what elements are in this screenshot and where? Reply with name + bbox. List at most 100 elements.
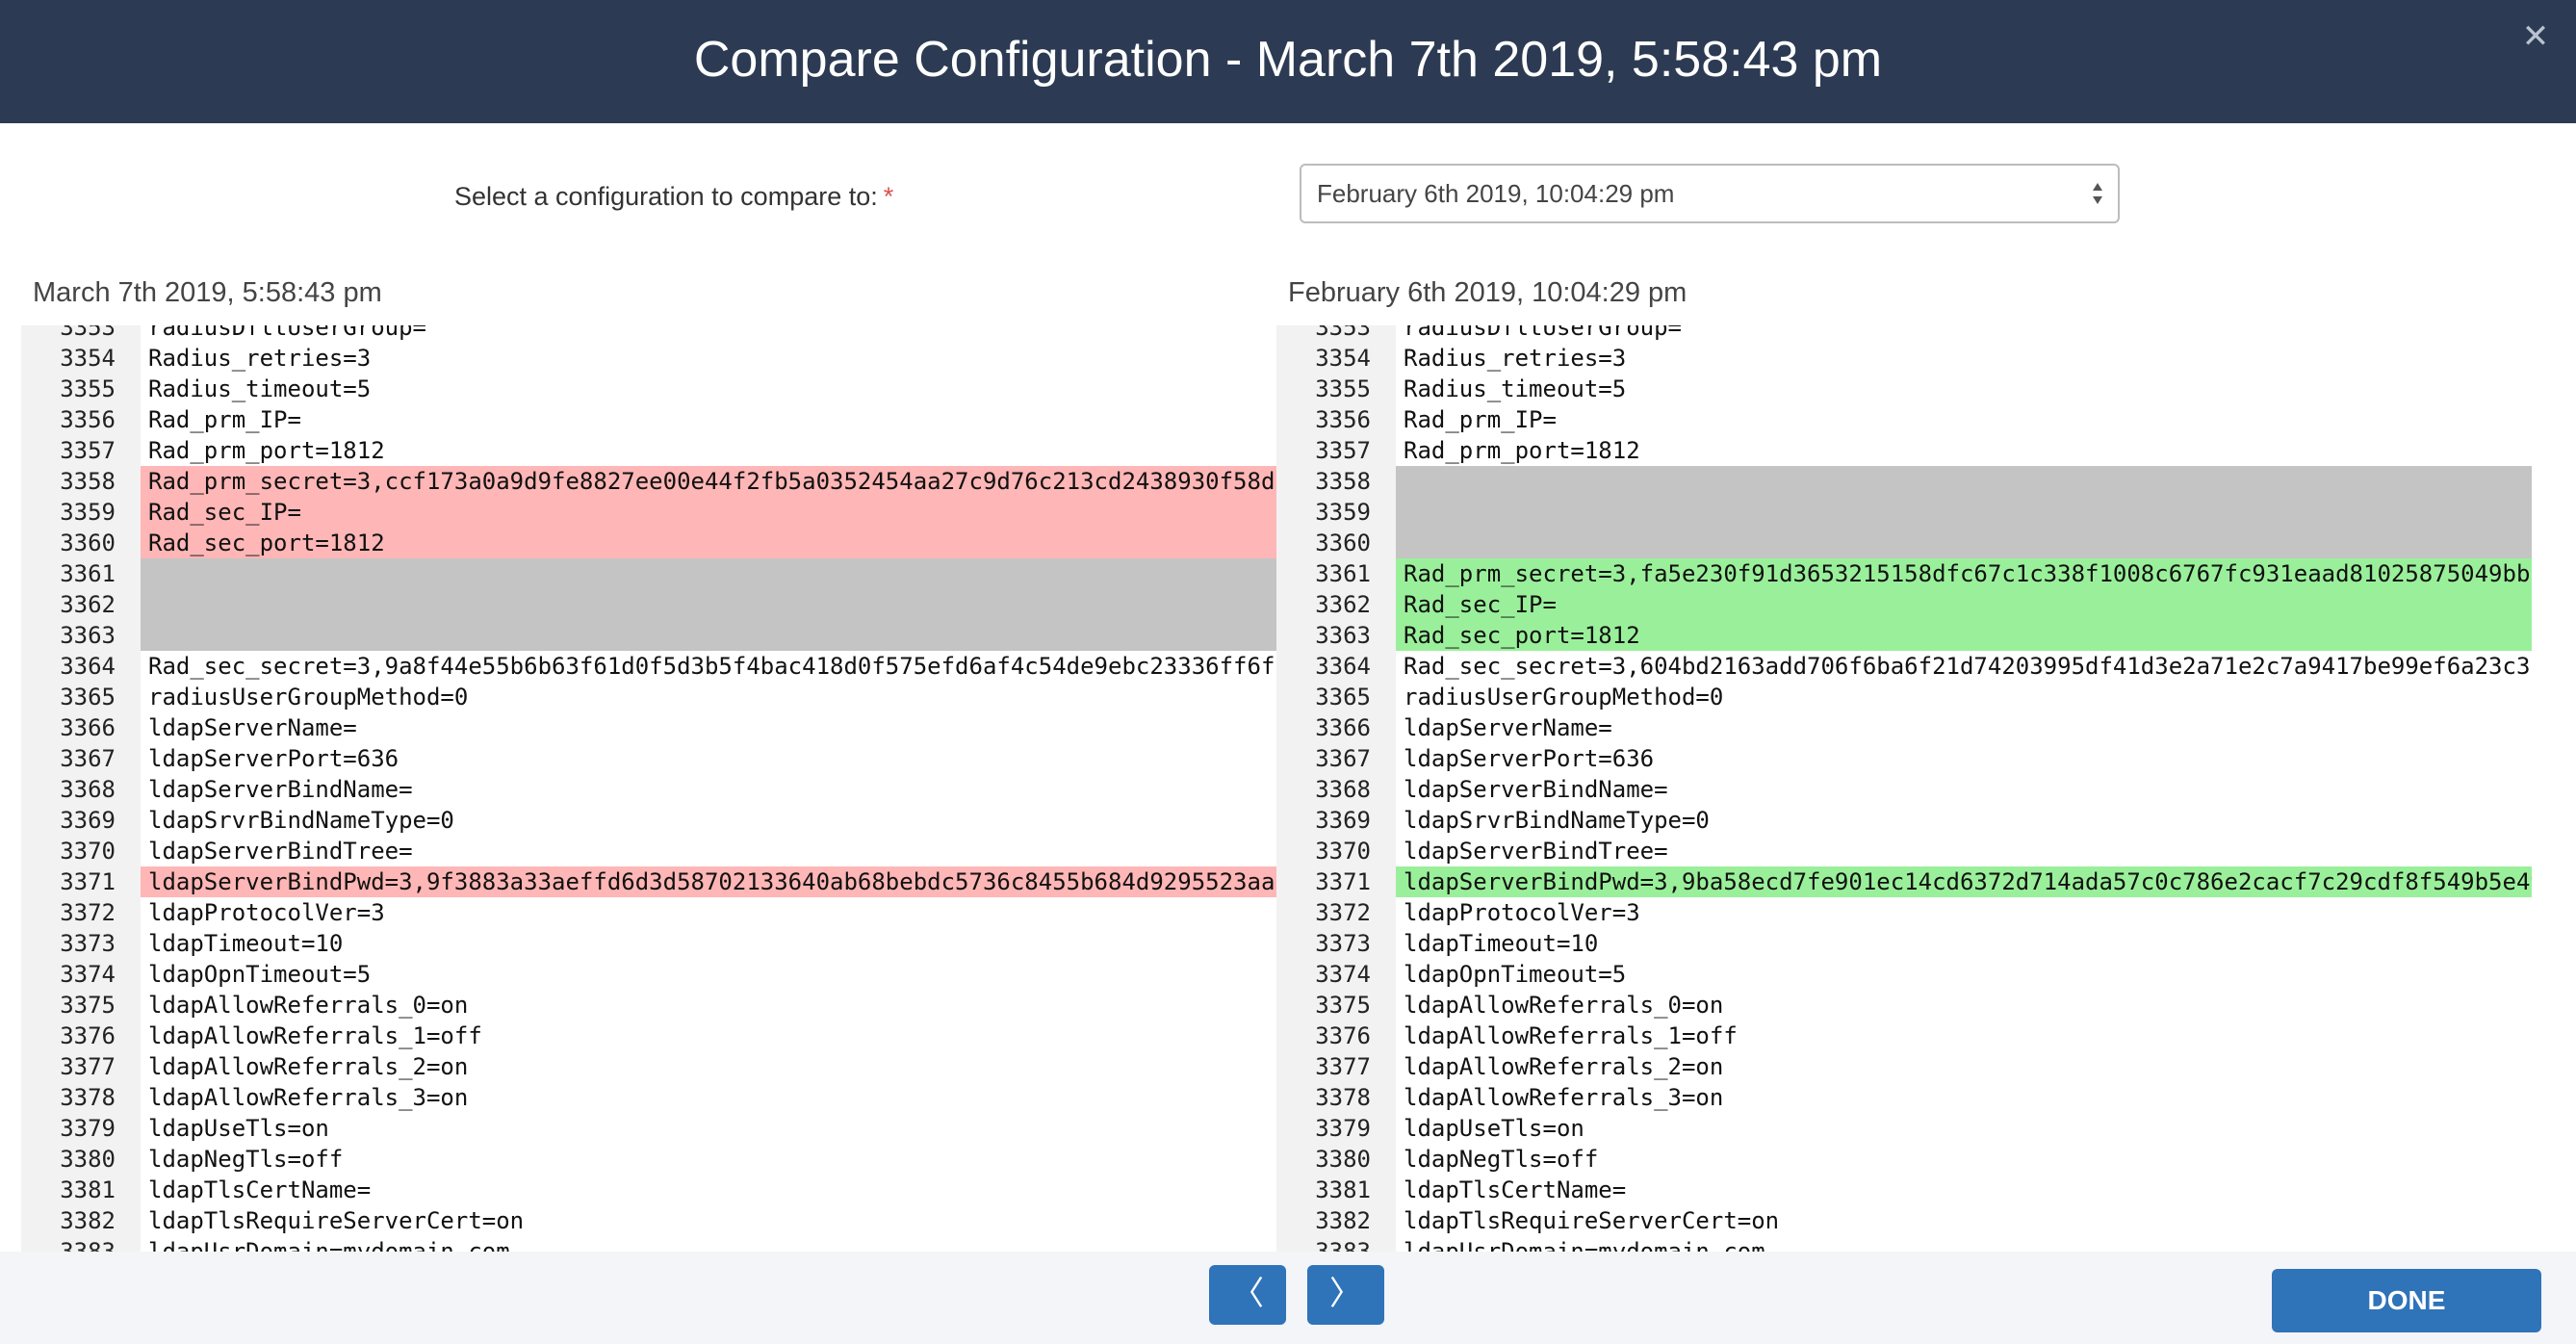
- line-number: 3355: [60, 375, 116, 402]
- diff-line: 3375 ldapAllowReferrals_0=on: [1276, 990, 2532, 1021]
- diff-line: 3371 ldapServerBindPwd=3,9ba58ecd7fe901ec…: [1276, 866, 2532, 897]
- diff-line: 3374 ldapOpnTimeout=5: [21, 959, 1276, 990]
- previous-diff-button[interactable]: 〈: [1209, 1265, 1286, 1325]
- diff-line: 3361 Rad_prm_secret=3,fa5e230f91d36532151…: [1276, 558, 2532, 589]
- line-content: Rad_sec_port=1812: [141, 528, 1276, 558]
- left-pane-title: March 7th 2019, 5:58:43 pm: [33, 277, 382, 308]
- line-number: 3375: [60, 992, 116, 1019]
- diff-line: 3358 Rad_prm_secret=3,ccf173a0a9d9fe8827e…: [21, 466, 1276, 497]
- line-content: ldapServerBindPwd=3,9f3883a33aeffd6d3d58…: [141, 866, 1276, 897]
- line-number: 3374: [60, 961, 116, 988]
- done-button[interactable]: DONE: [2272, 1269, 2541, 1332]
- line-number: 3359: [60, 499, 116, 526]
- line-content: Rad_prm_secret=3,fa5e230f91d3653215158df…: [1396, 558, 2532, 589]
- line-content: ldapServerName=: [148, 714, 357, 741]
- diff-line: 3364 Rad_sec_secret=3,604bd2163add706f6ba…: [1276, 651, 2532, 682]
- line-number: 3369: [60, 807, 116, 834]
- line-content: Rad_sec_secret=3,9a8f44e55b6b63f61d0f5d3…: [148, 653, 1275, 680]
- next-diff-button[interactable]: 〉: [1307, 1265, 1384, 1325]
- line-content: ldapAllowReferrals_1=off: [1404, 1022, 1738, 1049]
- diff-line: 3360 Rad_sec_port=1812: [21, 528, 1276, 558]
- diff-line: 3368 ldapServerBindName=: [21, 774, 1276, 805]
- diff-line: 3369 ldapSrvrBindNameType=0: [1276, 805, 2532, 836]
- line-content: [141, 620, 1276, 651]
- diff-line: 3381 ldapTlsCertName=: [1276, 1175, 2532, 1205]
- diff-line: 3373 ldapTimeout=10: [21, 928, 1276, 959]
- line-number: 3354: [60, 345, 116, 372]
- right-diff-pane[interactable]: 3353 radiusDfltUserGroup= 3354 Radius_retri…: [1276, 325, 2532, 1252]
- line-number: 3366: [1315, 714, 1371, 741]
- line-number: 3366: [60, 714, 116, 741]
- line-content: Radius_retries=3: [148, 345, 372, 372]
- line-number: 3370: [1315, 838, 1371, 865]
- diff-line: 3354 Radius_retries=3: [21, 343, 1276, 374]
- line-content: ldapAllowReferrals_2=on: [148, 1053, 469, 1080]
- line-content: radiusDfltUserGroup=: [1404, 325, 1682, 341]
- diff-line: 3382 ldapTlsRequireServerCert=on: [1276, 1205, 2532, 1236]
- line-content: ldapServerBindPwd=3,9ba58ecd7fe901ec14cd…: [1396, 866, 2532, 897]
- line-number: 3376: [1315, 1022, 1371, 1049]
- line-content: Rad_prm_secret=3,ccf173a0a9d9fe8827ee00e…: [141, 466, 1276, 497]
- left-diff-pane[interactable]: 3353 radiusDfltUserGroup= 3354 Radius_retri…: [21, 325, 1276, 1252]
- line-number: 3377: [60, 1053, 116, 1080]
- line-content: [141, 558, 1276, 589]
- line-content: ldapAllowReferrals_1=off: [148, 1022, 482, 1049]
- diff-line: 3372 ldapProtocolVer=3: [21, 897, 1276, 928]
- line-content: ldapNegTls=off: [1404, 1146, 1599, 1173]
- compare-config-select[interactable]: February 6th 2019, 10:04:29 pm: [1300, 164, 2120, 223]
- line-content: ldapAllowReferrals_3=on: [148, 1084, 469, 1111]
- diff-line: 3377 ldapAllowReferrals_2=on: [1276, 1051, 2532, 1082]
- line-number: 3377: [1315, 1053, 1371, 1080]
- line-number: 3360: [60, 530, 116, 556]
- required-marker: *: [883, 182, 894, 211]
- line-number: 3378: [60, 1084, 116, 1111]
- line-number: 3371: [1315, 868, 1371, 895]
- line-number: 3353: [60, 325, 116, 341]
- line-number: 3369: [1315, 807, 1371, 834]
- diff-line: 3375 ldapAllowReferrals_0=on: [21, 990, 1276, 1021]
- line-number: 3358: [1315, 468, 1371, 495]
- line-content: Rad_sec_IP=: [141, 497, 1276, 528]
- compare-select-label: Select a configuration to compare to: *: [454, 177, 893, 216]
- diff-line: 3355 Radius_timeout=5: [21, 374, 1276, 404]
- diff-line: 3370 ldapServerBindTree=: [1276, 836, 2532, 866]
- diff-line: 3353 radiusDfltUserGroup=: [1276, 325, 2532, 343]
- line-content: ldapServerBindTree=: [148, 838, 413, 865]
- diff-line: 3363 Rad_sec_port=1812: [1276, 620, 2532, 651]
- diff-line: 3378 ldapAllowReferrals_3=on: [21, 1082, 1276, 1113]
- line-content: Rad_sec_IP=: [1396, 589, 2532, 620]
- diff-line: 3382 ldapTlsRequireServerCert=on: [21, 1205, 1276, 1236]
- diff-line: 3363: [21, 620, 1276, 651]
- diff-line: 3374 ldapOpnTimeout=5: [1276, 959, 2532, 990]
- line-number: 3381: [1315, 1176, 1371, 1203]
- diff-line: 3356 Rad_prm_IP=: [21, 404, 1276, 435]
- line-number: 3368: [60, 776, 116, 803]
- line-number: 3380: [60, 1146, 116, 1173]
- line-content: ldapTimeout=10: [148, 930, 344, 957]
- line-content: ldapServerName=: [1404, 714, 1612, 741]
- line-number: 3356: [60, 406, 116, 433]
- diff-line: 3380 ldapNegTls=off: [21, 1144, 1276, 1175]
- line-number: 3373: [60, 930, 116, 957]
- line-content: ldapProtocolVer=3: [148, 899, 385, 926]
- line-content: ldapServerBindTree=: [1404, 838, 1668, 865]
- line-content: ldapServerPort=636: [1404, 745, 1655, 772]
- line-content: ldapAllowReferrals_3=on: [1404, 1084, 1724, 1111]
- diff-line: 3369 ldapSrvrBindNameType=0: [21, 805, 1276, 836]
- line-number: 3382: [1315, 1207, 1371, 1234]
- line-number: 3354: [1315, 345, 1371, 372]
- line-content: Radius_timeout=5: [148, 375, 372, 402]
- diff-line: 3378 ldapAllowReferrals_3=on: [1276, 1082, 2532, 1113]
- close-icon[interactable]: ✕: [2516, 17, 2555, 56]
- diff-line: 3379 ldapUseTls=on: [1276, 1113, 2532, 1144]
- diff-line: 3366 ldapServerName=: [1276, 712, 2532, 743]
- diff-line: 3380 ldapNegTls=off: [1276, 1144, 2532, 1175]
- diff-line: 3367 ldapServerPort=636: [21, 743, 1276, 774]
- line-content: ldapSrvrBindNameType=0: [1404, 807, 1710, 834]
- line-content: ldapServerBindName=: [1404, 776, 1668, 803]
- line-number: 3358: [60, 468, 116, 495]
- left-diff-lines: 3353 radiusDfltUserGroup= 3354 Radius_retri…: [21, 325, 1276, 1252]
- diff-line: 3383 ldapUsrDomain=mydomain.com: [1276, 1236, 2532, 1252]
- diff-line: 3354 Radius_retries=3: [1276, 343, 2532, 374]
- line-number: 3375: [1315, 992, 1371, 1019]
